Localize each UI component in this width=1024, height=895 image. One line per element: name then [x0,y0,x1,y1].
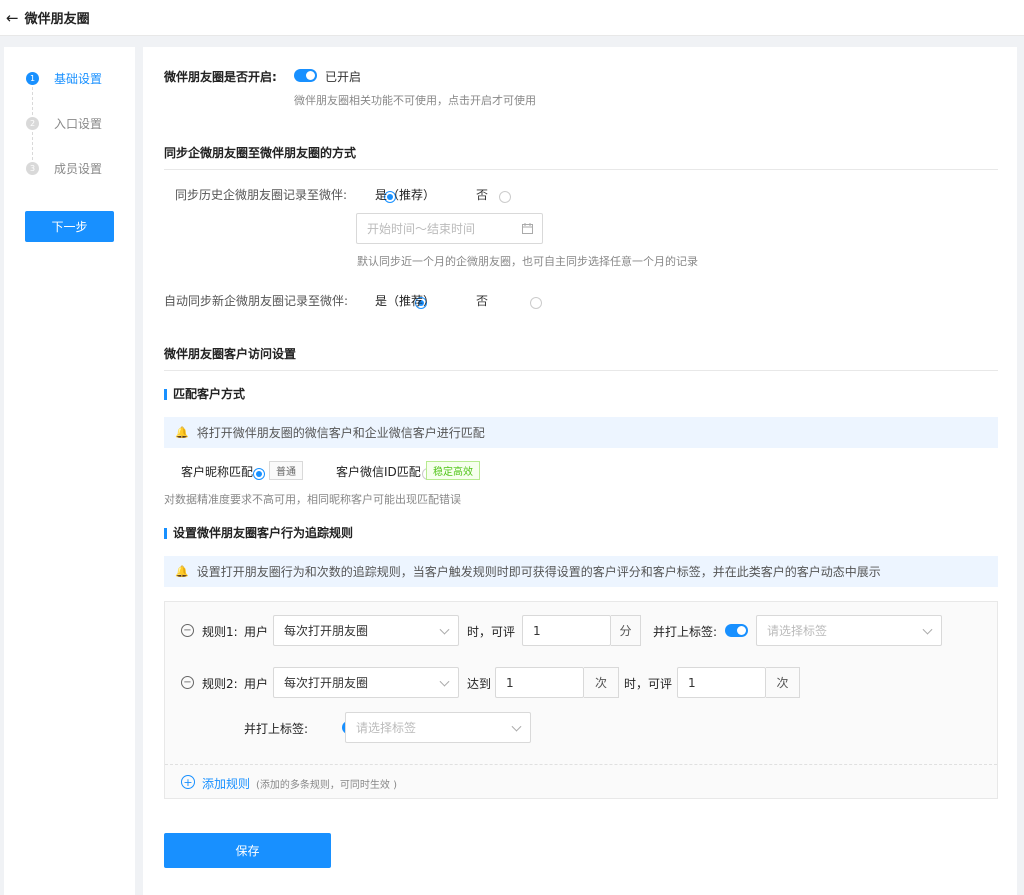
add-rule-hint: (添加的多条规则，可同时生效 ) [256,780,397,791]
rule-1-when: 时，可评 [467,625,516,639]
step-number-icon: 1 [26,71,39,85]
auto-no-radio[interactable] [530,296,543,309]
rule-2-label: 规则2: [202,677,238,691]
enable-toggle[interactable] [294,69,317,82]
bell-icon: 🔔 [175,565,189,578]
rule-2-tag-placeholder: 请选择标签 [356,721,417,735]
visit-section-title: 微伴朋友圈客户访问设置 [164,347,297,361]
auto-no-label: 否 [476,294,489,308]
rule-2-count-input[interactable]: 1 [495,667,584,698]
rule-2-action-value: 每次打开朋友圈 [284,676,369,690]
nickname-match-radio[interactable] [253,467,266,480]
rules-notice-text: 设置打开朋友圈行为和次数的追踪规则，当客户触发规则时即可获得设置的客户评分和客户… [196,565,881,579]
rules-box: − 规则1: 用户 每次打开朋友圈 时，可评 1 分 并打上标签: 请选择标签 … [164,601,998,799]
rule-1-action-value: 每次打开朋友圈 [284,624,369,638]
steps-sidebar: 1 基础设置 2 入口设置 3 成员设置 下一步 [4,47,135,895]
auto-sync-label: 自动同步新企微朋友圈记录至微伴: [164,294,349,308]
rule-2-action-select[interactable]: 每次打开朋友圈 [273,667,459,698]
rules-section-title: 设置微伴朋友圈客户行为追踪规则 [164,527,353,539]
history-no-radio[interactable] [498,190,511,203]
step-list: 1 基础设置 2 入口设置 3 成员设置 [26,71,102,206]
divider [164,169,998,170]
save-button[interactable]: 保存 [164,833,331,868]
chevron-down-icon [922,624,933,635]
step-connector [32,87,33,115]
rule-2-score-value: 1 [688,675,696,690]
step-label: 入口设置 [54,116,103,131]
match-hint: 对数据精准度要求不高可用，相同昵称客户可能出现匹配错误 [164,493,461,506]
chevron-down-icon [439,676,450,687]
nickname-match-label: 客户昵称匹配 [181,465,254,479]
history-hint: 默认同步近一个月的企微朋友圈，也可自主同步选择任意一个月的记录 [357,255,698,268]
remove-rule-2-icon[interactable]: − [181,676,194,689]
rule-1-score-input[interactable]: 1 [522,615,611,646]
rule-1-unit: 分 [611,615,641,646]
bell-icon: 🔔 [175,426,189,439]
wechat-id-match-label: 客户微信ID匹配 [336,465,421,479]
enable-state: 已开启 [325,70,362,84]
normal-tag: 普通 [269,461,303,480]
step-member-settings[interactable]: 3 成员设置 [26,161,103,176]
step-basic-settings[interactable]: 1 基础设置 [26,71,103,115]
chevron-down-icon [439,624,450,635]
auto-yes-label: 是（推荐） [375,294,436,308]
stable-tag: 稳定高效 [426,461,480,480]
rule-1-user: 用户 [244,625,269,639]
remove-rule-1-icon[interactable]: − [181,624,194,637]
page-title: 微伴朋友圈 [24,12,90,27]
step-label: 基础设置 [54,71,103,86]
rule-2-score-unit: 次 [766,667,800,698]
rule-1-score-value: 1 [533,623,541,638]
chevron-down-icon [511,721,522,732]
step-number-icon: 2 [26,116,39,130]
rule-2-count-unit: 次 [584,667,619,698]
enable-hint: 微伴朋友圈相关功能不可使用，点击开启才可使用 [294,94,536,107]
enable-label: 微伴朋友圈是否开启: [164,70,277,84]
match-notice-text: 将打开微伴朋友圈的微信客户和企业微信客户进行匹配 [196,426,485,440]
top-bar: ← 微伴朋友圈 [0,0,1024,36]
rule-2-user: 用户 [244,677,269,691]
history-sync-label: 同步历史企微朋友圈记录至微伴: [175,188,348,202]
date-range-placeholder: 开始时间～结束时间 [367,222,476,236]
rule-2-reach: 达到 [467,677,492,691]
calendar-icon [522,223,533,234]
divider [165,764,997,765]
rule-1-action-select[interactable]: 每次打开朋友圈 [273,615,459,646]
date-range-picker[interactable]: 开始时间～结束时间 [356,213,543,244]
rule-1-tag-toggle[interactable] [725,624,748,637]
add-rule-icon[interactable]: + [181,775,195,789]
history-yes-label: 是（推荐） [375,188,436,202]
step-number-icon: 3 [26,161,39,175]
step-connector [32,132,33,160]
rule-1-tag-placeholder: 请选择标签 [767,624,828,638]
rule-2-when: 时，可评 [624,677,673,691]
match-notice: 🔔 将打开微伴朋友圈的微信客户和企业微信客户进行匹配 [164,417,998,448]
rule-2-count-value: 1 [506,675,514,690]
rule-2-score-input[interactable]: 1 [677,667,766,698]
rule-1-tag-label: 并打上标签: [653,625,718,639]
rule-1-tag-select[interactable]: 请选择标签 [756,615,942,646]
rule-2-tag-label: 并打上标签: [244,722,309,736]
step-entry-settings[interactable]: 2 入口设置 [26,116,103,160]
rule-2-tag-select[interactable]: 请选择标签 [345,712,531,743]
history-no-label: 否 [476,188,489,202]
match-section-title: 匹配客户方式 [164,388,245,400]
add-rule-link[interactable]: 添加规则 [202,775,250,792]
rules-notice: 🔔 设置打开朋友圈行为和次数的追踪规则，当客户触发规则时即可获得设置的客户评分和… [164,556,998,587]
settings-panel: 微伴朋友圈是否开启: 已开启 微伴朋友圈相关功能不可使用，点击开启才可使用 同步… [143,47,1017,895]
rule-1-label: 规则1: [202,625,238,639]
back-arrow-icon[interactable]: ← [6,9,19,27]
step-label: 成员设置 [54,161,103,176]
divider [164,370,998,371]
sync-section-title: 同步企微朋友圈至微伴朋友圈的方式 [164,146,357,160]
next-step-button[interactable]: 下一步 [25,211,114,242]
